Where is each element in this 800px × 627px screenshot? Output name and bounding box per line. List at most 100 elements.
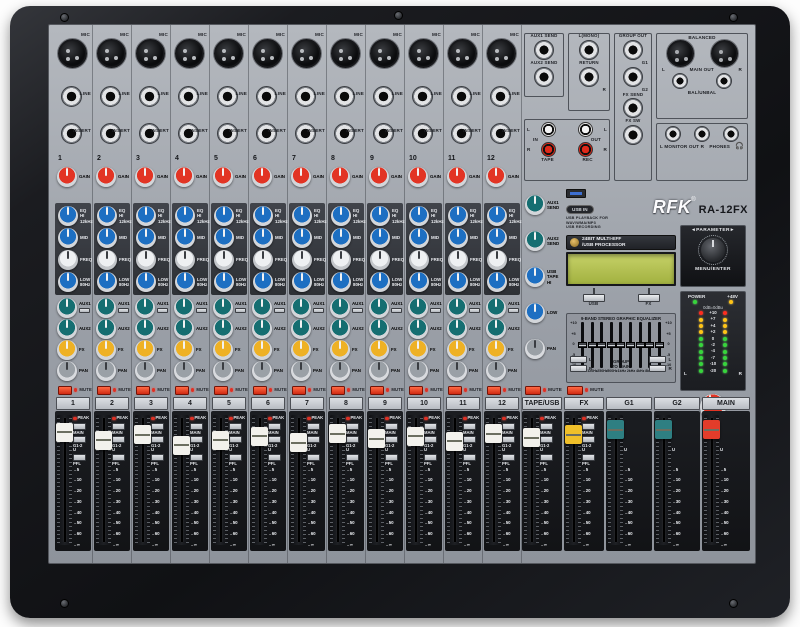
pfl-button[interactable]	[112, 454, 125, 461]
fader-cap[interactable]	[56, 423, 73, 442]
eq-freq-knob[interactable]	[292, 250, 312, 270]
insert-jack[interactable]	[412, 123, 433, 144]
aux1-send-jack[interactable]	[534, 40, 554, 60]
mic-xlr-jack[interactable]	[136, 39, 165, 68]
channel-fader[interactable]	[330, 415, 345, 545]
gain-knob[interactable]	[291, 167, 311, 187]
geq-slider-cap[interactable]	[645, 342, 654, 348]
geq-slider-cap[interactable]	[578, 342, 587, 348]
aux1-knob[interactable]	[135, 298, 155, 318]
eq-freq-knob[interactable]	[214, 250, 234, 270]
mic-xlr-jack[interactable]	[253, 39, 282, 68]
tape-aux1-knob[interactable]	[525, 195, 545, 215]
main-assign-button[interactable]	[151, 423, 164, 430]
fader-cap[interactable]	[329, 424, 346, 443]
main-out-xlr-left[interactable]	[667, 40, 694, 67]
eq-freq-knob[interactable]	[370, 250, 390, 270]
aux1-knob[interactable]	[57, 298, 77, 318]
eq-mid-knob[interactable]	[58, 228, 78, 248]
eq-mid-knob[interactable]	[253, 228, 273, 248]
geq-slider-cap[interactable]	[597, 342, 606, 348]
mute-button[interactable]	[525, 386, 541, 395]
fx-knob[interactable]	[291, 340, 311, 360]
main-assign-button[interactable]	[385, 423, 398, 430]
pfl-button[interactable]	[582, 454, 595, 461]
fader-cap[interactable]	[446, 432, 463, 451]
phones-jack[interactable]	[723, 126, 739, 142]
pfl-button[interactable]	[540, 454, 553, 461]
main-assign-button[interactable]	[540, 423, 553, 430]
pfl-button[interactable]	[151, 454, 164, 461]
pan-knob[interactable]	[96, 361, 116, 381]
aux2-knob[interactable]	[408, 319, 428, 339]
fader-cap[interactable]	[251, 427, 268, 446]
eq-mid-knob[interactable]	[370, 228, 390, 248]
mic-xlr-jack[interactable]	[58, 39, 87, 68]
eq-hi-knob[interactable]	[448, 206, 468, 226]
aux2-knob[interactable]	[213, 319, 233, 339]
pre-button[interactable]	[274, 308, 285, 313]
monitor-out-r-jack[interactable]	[694, 126, 710, 142]
master-fader[interactable]	[524, 415, 539, 545]
aux1-knob[interactable]	[408, 298, 428, 318]
fx-knob[interactable]	[57, 340, 77, 360]
eq-low-knob[interactable]	[175, 272, 195, 292]
pre-button[interactable]	[430, 308, 441, 313]
fader-cap[interactable]	[290, 433, 307, 452]
parameter-knob[interactable]	[701, 238, 725, 262]
pfl-button[interactable]	[307, 454, 320, 461]
geq-slider-cap[interactable]	[626, 342, 635, 348]
eq-low-knob[interactable]	[409, 272, 429, 292]
line-jack[interactable]	[139, 86, 160, 107]
monitor-out-l-jack[interactable]	[665, 126, 681, 142]
pfl-button[interactable]	[385, 454, 398, 461]
pfl-button[interactable]	[424, 454, 437, 461]
insert-jack[interactable]	[295, 123, 316, 144]
gain-knob[interactable]	[408, 167, 428, 187]
aux1-knob[interactable]	[369, 298, 389, 318]
group-out-1-jack[interactable]	[623, 40, 643, 60]
channel-fader[interactable]	[408, 415, 423, 545]
fader-cap[interactable]	[565, 425, 582, 444]
group-assign-button[interactable]	[540, 436, 553, 443]
channel-fader[interactable]	[291, 415, 306, 545]
fader-cap[interactable]	[212, 431, 229, 450]
group-assign-button[interactable]	[307, 436, 320, 443]
tape-in-l-rca[interactable]	[541, 122, 556, 137]
main-assign-button[interactable]	[268, 423, 281, 430]
pfl-button[interactable]	[463, 454, 476, 461]
aux2-knob[interactable]	[369, 319, 389, 339]
eq-mid-knob[interactable]	[409, 228, 429, 248]
return-l-jack[interactable]	[579, 40, 599, 60]
mute-button[interactable]	[448, 386, 462, 395]
eq-mid-knob[interactable]	[448, 228, 468, 248]
group-assign-button[interactable]	[268, 436, 281, 443]
insert-jack[interactable]	[451, 123, 472, 144]
channel-fader[interactable]	[447, 415, 462, 545]
aux1-knob[interactable]	[291, 298, 311, 318]
mic-xlr-jack[interactable]	[214, 39, 243, 68]
eq-low-knob[interactable]	[292, 272, 312, 292]
main-assign-button[interactable]	[424, 423, 437, 430]
eq-freq-knob[interactable]	[448, 250, 468, 270]
eq-freq-knob[interactable]	[331, 250, 351, 270]
master-fader[interactable]	[704, 415, 719, 545]
main-assign-button[interactable]	[307, 423, 320, 430]
eq-freq-knob[interactable]	[409, 250, 429, 270]
eq-mid-knob[interactable]	[97, 228, 117, 248]
gain-knob[interactable]	[96, 167, 116, 187]
tape-low-knob[interactable]	[525, 303, 545, 323]
main-assign-button[interactable]	[582, 423, 595, 430]
fx-knob[interactable]	[408, 340, 428, 360]
fader-cap[interactable]	[703, 420, 720, 439]
mute-button[interactable]	[136, 386, 150, 395]
aux2-knob[interactable]	[96, 319, 116, 339]
channel-fader[interactable]	[213, 415, 228, 545]
usb-port[interactable]	[566, 189, 586, 198]
return-r-jack[interactable]	[579, 67, 599, 87]
eq-low-knob[interactable]	[370, 272, 390, 292]
group-assign-button[interactable]	[151, 436, 164, 443]
aux2-knob[interactable]	[486, 319, 506, 339]
mute-button[interactable]	[331, 386, 345, 395]
aux1-knob[interactable]	[96, 298, 116, 318]
